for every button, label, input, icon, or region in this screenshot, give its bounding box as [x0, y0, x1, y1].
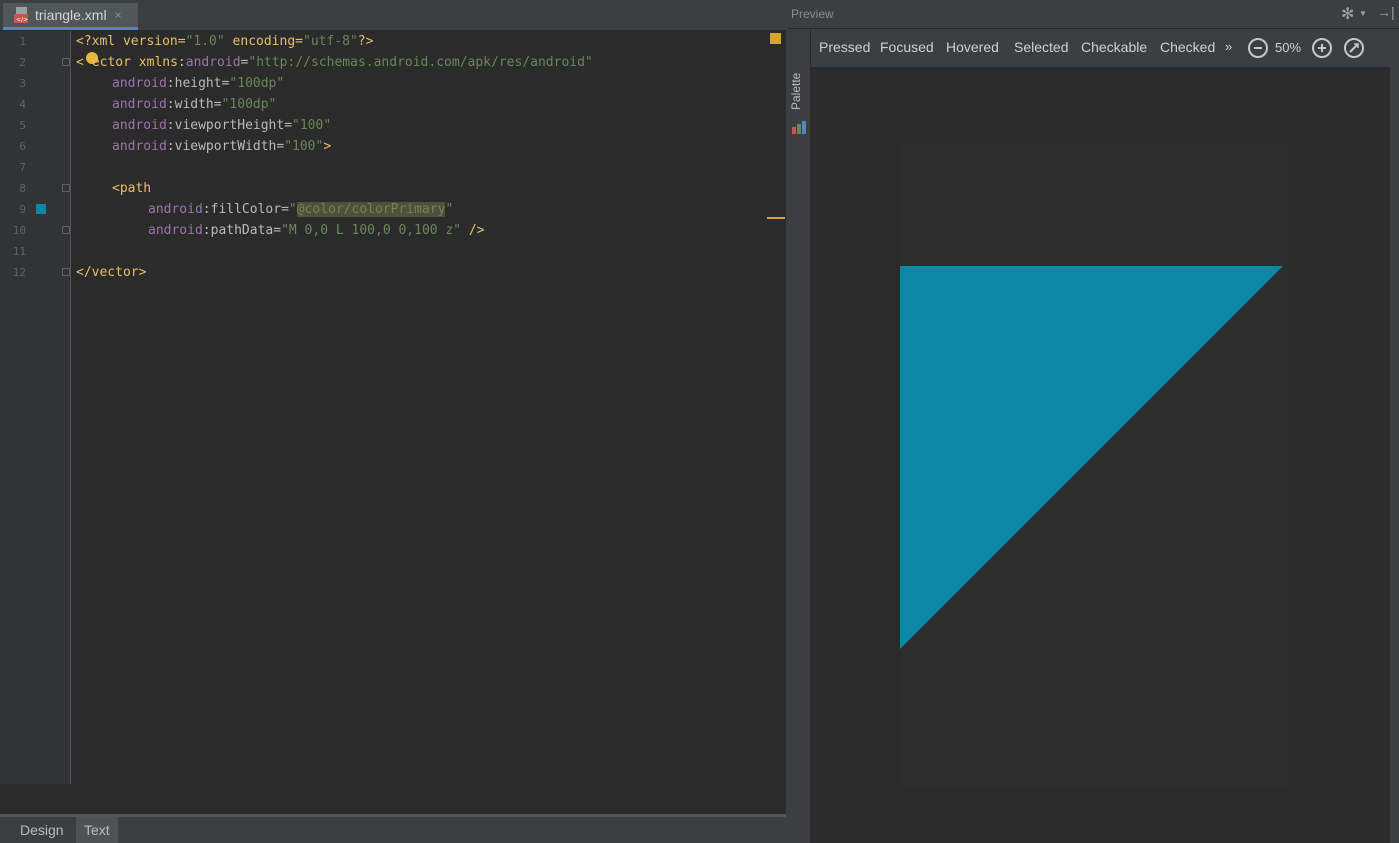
state-focused-button[interactable]: Focused — [880, 39, 934, 55]
hide-panel-icon[interactable]: →| — [1377, 4, 1395, 20]
line-number: 12 — [12, 266, 26, 279]
state-checkable-button[interactable]: Checkable — [1081, 39, 1147, 55]
fold-marker-icon[interactable] — [62, 268, 70, 276]
code-line-1: <?xml version="1.0" encoding="utf-8"?> — [76, 34, 374, 49]
zoom-in-icon[interactable] — [1312, 38, 1332, 58]
code-line-12: </vector> — [76, 265, 147, 280]
code-line-3: android:height="100dp" — [112, 76, 285, 91]
code-line-4: android:width="100dp" — [112, 97, 277, 112]
preview-toolbar: Pressed Focused Hovered Selected Checkab… — [811, 31, 1399, 67]
line-number: 8 — [19, 182, 26, 195]
inspection-status-icon[interactable] — [770, 33, 781, 44]
gear-icon[interactable]: ✻ — [1341, 4, 1354, 24]
line-number: 5 — [19, 119, 26, 132]
state-checked-button[interactable]: Checked — [1160, 39, 1215, 55]
svg-text:</>: </> — [16, 17, 28, 24]
fill-color-swatch-icon[interactable] — [36, 204, 46, 214]
file-tab-label: triangle.xml — [35, 7, 107, 23]
state-pressed-button[interactable]: Pressed — [819, 39, 870, 55]
line-number: 7 — [19, 161, 26, 174]
line-number-gutter[interactable]: 1 2 3 4 5 6 7 8 9 10 11 12 — [0, 31, 71, 784]
line-number: 2 — [19, 56, 26, 69]
palette-side-tab[interactable]: Palette — [788, 30, 811, 843]
fold-marker-icon[interactable] — [62, 184, 70, 192]
chevron-down-icon[interactable]: ▼ — [1359, 9, 1367, 18]
zoom-to-fit-icon[interactable] — [1344, 38, 1364, 58]
zoom-out-icon[interactable] — [1248, 38, 1268, 58]
code-editor[interactable]: </> triangle.xml × 1 2 3 4 5 6 7 8 9 10 … — [0, 0, 786, 843]
editor-tab-bar: </> triangle.xml × — [0, 0, 786, 31]
code-line-2: < ector xmlns:android="http://schemas.and… — [76, 55, 593, 70]
tab-text[interactable]: Text — [76, 817, 118, 843]
code-line-5: android:viewportHeight="100" — [112, 118, 332, 133]
code-line-6: android:viewportWidth="100"> — [112, 139, 332, 154]
line-number: 3 — [19, 77, 26, 90]
preview-canvas-area[interactable] — [811, 67, 1390, 843]
preview-title: Preview — [791, 7, 834, 21]
editor-mode-tabs: Design Text — [0, 814, 786, 843]
preview-header: Preview ✻ ▼ →| — [788, 0, 1399, 29]
code-line-9: android:fillColor="@color/colorPrimary" — [148, 202, 454, 217]
code-line-10: android:pathData="M 0,0 L 100,0 0,100 z"… — [148, 223, 485, 238]
triangle-shape — [900, 266, 1283, 649]
zoom-level: 50% — [1275, 40, 1302, 55]
state-hovered-button[interactable]: Hovered — [946, 39, 999, 55]
state-selected-button[interactable]: Selected — [1014, 39, 1068, 55]
tab-design[interactable]: Design — [12, 817, 72, 843]
code-line-8: <path — [112, 181, 152, 196]
file-tab-triangle-xml[interactable]: </> triangle.xml × — [3, 3, 138, 30]
line-number: 9 — [19, 203, 26, 216]
close-tab-icon[interactable]: × — [115, 8, 122, 22]
xml-file-icon: </> — [13, 6, 31, 24]
palette-label: Palette — [789, 72, 803, 110]
palette-icon — [792, 120, 806, 134]
line-number: 1 — [19, 35, 26, 48]
code-area[interactable]: <?xml version="1.0" encoding="utf-8"?> <… — [76, 31, 593, 280]
line-number: 11 — [12, 245, 26, 258]
line-number: 6 — [19, 140, 26, 153]
warning-stripe-marker[interactable] — [767, 217, 785, 219]
line-number: 4 — [19, 98, 26, 111]
preview-pane: Preview ✻ ▼ →| Palette Pressed Focused H… — [788, 0, 1399, 843]
more-chevron-icon[interactable]: » — [1225, 39, 1232, 54]
fold-marker-icon[interactable] — [62, 226, 70, 234]
line-number: 10 — [12, 224, 26, 237]
fold-marker-icon[interactable] — [62, 58, 70, 66]
